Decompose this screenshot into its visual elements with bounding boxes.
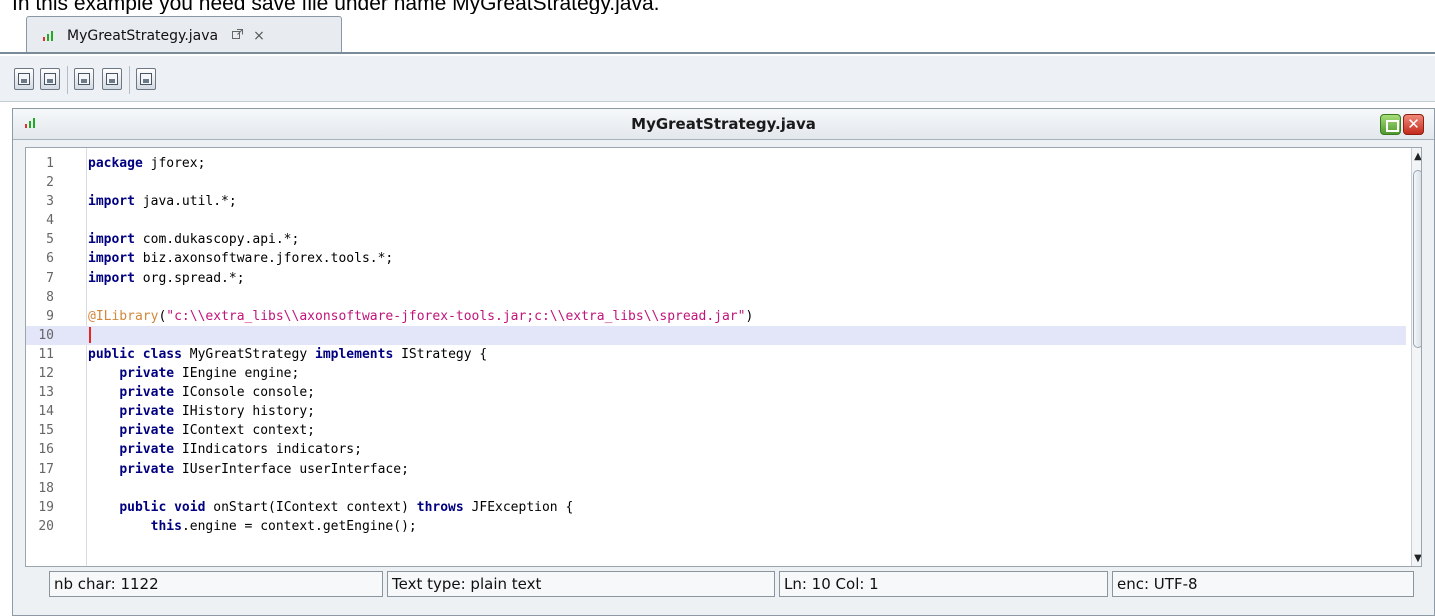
tab-close-icon[interactable]: ×: [253, 28, 265, 44]
compile-jfx-button[interactable]: [136, 68, 156, 90]
line-number: 13: [38, 385, 54, 401]
code-text: import com.dukascopy.api.*;: [88, 232, 300, 248]
code-text: private IConsole console;: [119, 385, 315, 401]
line-number: 14: [38, 404, 54, 420]
line-number: 10: [38, 327, 54, 343]
line-number: 7: [46, 270, 54, 286]
editor-title: MyGreatStrategy.java: [631, 115, 816, 133]
status-bar: nb char: 1122 Text type: plain text Ln: …: [25, 571, 1422, 597]
line-number: 1: [46, 156, 54, 171]
code-line[interactable]: 15 private IContext context;: [26, 421, 1406, 440]
line-number: 6: [46, 251, 54, 267]
code-line[interactable]: 11 public class MyGreatStrategy implement…: [26, 345, 1406, 364]
tab-label: MyGreatStrategy.java: [67, 27, 219, 44]
popout-icon[interactable]: [232, 29, 244, 42]
close-window-button[interactable]: ✕: [1403, 114, 1424, 135]
line-number: 16: [38, 442, 54, 458]
compile-button[interactable]: [74, 68, 94, 90]
code-line[interactable]: 3 import java.util.*;: [26, 192, 1406, 211]
compile-run-icon: [106, 73, 118, 85]
code-lines: 1 package jforex; 2 3 import java.util.*; 4 5 i…: [26, 154, 1406, 536]
line-number: 5: [46, 232, 54, 248]
save-as-button[interactable]: [40, 68, 60, 90]
line-number: 15: [38, 423, 54, 439]
tab-strip: MyGreatStrategy.java ×: [0, 14, 1435, 54]
encoding: enc: UTF-8: [1112, 571, 1414, 597]
editor-toolbar: [0, 56, 1435, 102]
code-text: private IContext context;: [119, 423, 315, 439]
tab-strip-border: [0, 52, 1435, 54]
code-text: import biz.axonsoftware.jforex.tools.*;: [88, 251, 394, 267]
save-as-icon: [44, 73, 56, 85]
signal-bars-icon: [25, 118, 35, 128]
code-line[interactable]: 1 package jforex;: [26, 154, 1406, 173]
code-line[interactable]: 6 import biz.axonsoftware.jforex.tools.*;: [26, 249, 1406, 268]
editor-title-bar: MyGreatStrategy.java ✕: [13, 109, 1434, 140]
tab-mygreatstrategy[interactable]: MyGreatStrategy.java ×: [26, 16, 342, 54]
compile-jfx-icon: [140, 73, 152, 85]
toolbar-separator: [67, 66, 68, 94]
line-number: 8: [46, 289, 54, 305]
text-caret: [89, 326, 91, 343]
vertical-scrollbar[interactable]: ▲ ▼: [1411, 148, 1421, 566]
save-button[interactable]: [14, 68, 34, 90]
code-line[interactable]: 20 this.engine = context.getEngine();: [26, 517, 1406, 536]
maximize-button[interactable]: [1380, 114, 1401, 135]
line-number: 19: [38, 499, 54, 515]
code-line[interactable]: 18: [26, 479, 1406, 498]
scroll-down-arrow[interactable]: ▼: [1412, 552, 1421, 566]
compile-run-button[interactable]: [102, 68, 122, 90]
code-line[interactable]: 17 private IUserInterface userInterface;: [26, 460, 1406, 479]
code-line[interactable]: 10: [26, 325, 1406, 345]
code-editor[interactable]: 1 package jforex; 2 3 import java.util.*; 4 5 i…: [25, 147, 1422, 567]
code-text: public void onStart(IContext context) th…: [119, 499, 574, 515]
code-line[interactable]: 2: [26, 173, 1406, 192]
line-number: 4: [46, 213, 54, 229]
scroll-thumb[interactable]: [1413, 170, 1421, 348]
line-number: 12: [38, 366, 54, 382]
code-text: this.engine = context.getEngine();: [150, 518, 417, 534]
code-line[interactable]: 4: [26, 211, 1406, 230]
line-number: 18: [38, 480, 54, 496]
page-caption: In this example you need save file under…: [12, 0, 660, 15]
editor-window: MyGreatStrategy.java ✕ 1 package jforex; 2…: [12, 108, 1435, 616]
code-text: private IUserInterface userInterface;: [119, 461, 409, 477]
code-line[interactable]: 19 public void onStart(IContext context)…: [26, 498, 1406, 517]
toolbar-separator: [129, 66, 130, 94]
code-line[interactable]: 7 import org.spread.*;: [26, 269, 1406, 288]
code-line[interactable]: 5 import com.dukascopy.api.*;: [26, 230, 1406, 249]
line-number: 17: [38, 461, 54, 477]
scroll-up-arrow[interactable]: ▲: [1412, 150, 1421, 164]
code-text: public class MyGreatStrategy implements …: [88, 346, 488, 362]
code-line[interactable]: 16 private IIndicators indicators;: [26, 440, 1406, 459]
text-type: Text type: plain text: [387, 571, 775, 597]
code-line[interactable]: 8: [26, 288, 1406, 307]
char-count: nb char: 1122: [49, 571, 383, 597]
line-number: 11: [38, 346, 54, 362]
code-line[interactable]: 14 private IHistory history;: [26, 402, 1406, 421]
cursor-position: Ln: 10 Col: 1: [779, 571, 1108, 597]
code-text: package jforex;: [88, 156, 206, 171]
code-line[interactable]: 13 private IConsole console;: [26, 383, 1406, 402]
compile-icon: [78, 73, 90, 85]
code-text: @ILibrary("c:\\extra_libs\\axonsoftware-…: [88, 308, 754, 324]
save-icon: [18, 73, 30, 85]
code-text: import java.util.*;: [88, 194, 237, 210]
code-text: private IIndicators indicators;: [119, 442, 362, 458]
code-line[interactable]: 12 private IEngine engine;: [26, 364, 1406, 383]
line-number: 2: [46, 175, 54, 191]
line-number: 20: [38, 518, 54, 534]
line-number: 3: [46, 194, 54, 210]
line-number: 9: [46, 308, 54, 324]
signal-bars-icon: [43, 30, 53, 41]
code-text: import org.spread.*;: [88, 270, 245, 286]
code-text: private IHistory history;: [119, 404, 315, 420]
code-line[interactable]: 9 @ILibrary("c:\\extra_libs\\axonsoftware…: [26, 307, 1406, 326]
code-text: private IEngine engine;: [119, 366, 300, 382]
